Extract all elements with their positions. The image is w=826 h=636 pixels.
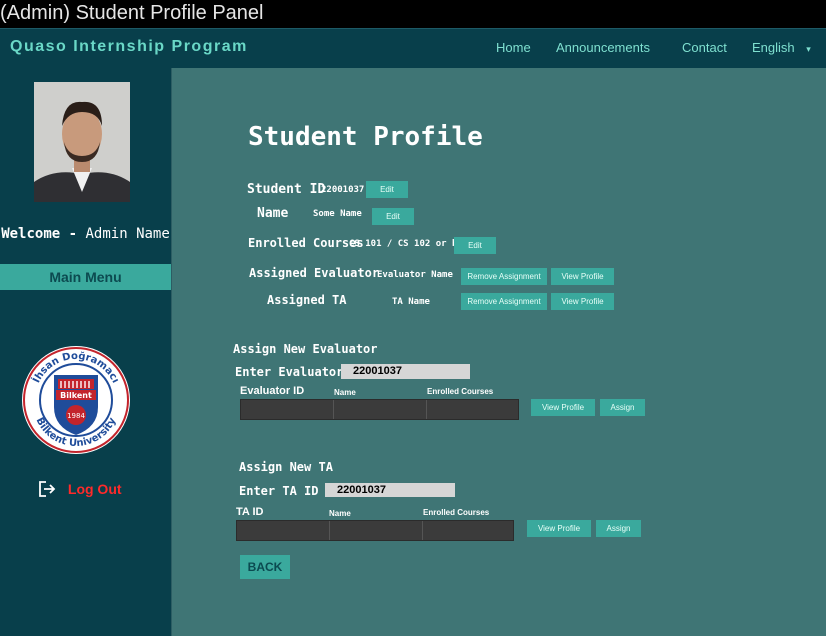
assigned-ta-value: TA Name xyxy=(392,297,430,307)
ta-courses-column-header: Enrolled Courses xyxy=(423,508,490,517)
view-evaluator-profile-button[interactable]: View Profile xyxy=(551,268,614,285)
view-ta-profile-button[interactable]: View Profile xyxy=(551,293,614,310)
assign-evaluator-heading: Assign New Evaluator xyxy=(233,342,378,356)
language-select[interactable]: English ▾ xyxy=(752,40,811,55)
language-label: English xyxy=(752,40,795,55)
ta-result-row[interactable] xyxy=(236,520,514,541)
back-button[interactable]: BACK xyxy=(240,555,290,579)
chevron-down-icon: ▾ xyxy=(806,44,811,54)
svg-text:Bilkent: Bilkent xyxy=(60,391,92,400)
university-logo: İhsan Doğramacı Bilkent University Bilke… xyxy=(21,345,131,455)
evaluator-id-input[interactable]: 22001037 xyxy=(341,364,470,379)
brand-title: Quaso Internship Program xyxy=(10,38,248,55)
ta-name-column-header: Name xyxy=(329,509,351,518)
assigned-evaluator-label: Assigned Evaluator xyxy=(249,266,380,280)
evaluator-courses-column-header: Enrolled Courses xyxy=(427,387,494,396)
window-titlebar: (Admin) Student Profile Panel xyxy=(0,0,826,28)
name-label: Name xyxy=(257,206,289,221)
logout-label: Log Out xyxy=(67,481,122,498)
nav-announcements-link[interactable]: Announcements xyxy=(556,40,650,55)
ta-assign-button[interactable]: Assign xyxy=(596,520,641,537)
assign-ta-heading: Assign New TA xyxy=(239,460,333,474)
student-id-value: 22001037 xyxy=(321,185,365,195)
edit-student-id-button[interactable]: Edit xyxy=(366,181,408,198)
assigned-ta-label: Assigned TA xyxy=(267,293,347,307)
evaluator-view-profile-button[interactable]: View Profile xyxy=(531,399,595,416)
edit-courses-button[interactable]: Edit xyxy=(454,237,496,254)
evaluator-id-column-header: Evaluator ID xyxy=(240,385,305,397)
nav-home-link[interactable]: Home xyxy=(496,40,531,55)
ta-view-profile-button[interactable]: View Profile xyxy=(527,520,591,537)
enter-ta-id-label: Enter TA ID xyxy=(239,484,319,498)
page-title: Student Profile xyxy=(248,122,483,152)
window-title: (Admin) Student Profile Panel xyxy=(0,2,264,24)
welcome-text: Welcome - Admin Name xyxy=(0,226,171,242)
logout-icon xyxy=(38,480,56,498)
remove-ta-button[interactable]: Remove Assignment xyxy=(461,293,547,310)
welcome-prefix: Welcome - xyxy=(1,226,86,242)
nav-contact-link[interactable]: Contact xyxy=(682,40,727,55)
edit-name-button[interactable]: Edit xyxy=(372,208,414,225)
svg-text:1984: 1984 xyxy=(67,412,85,420)
remove-evaluator-button[interactable]: Remove Assignment xyxy=(461,268,547,285)
admin-name: Admin Name xyxy=(85,226,170,242)
assigned-evaluator-value: Evaluator Name xyxy=(377,270,453,280)
evaluator-name-column-header: Name xyxy=(334,388,356,397)
ta-id-input[interactable]: 22001037 xyxy=(325,483,455,497)
logout-button[interactable]: Log Out xyxy=(38,480,122,498)
evaluator-result-row[interactable] xyxy=(240,399,519,420)
main-menu-button[interactable]: Main Menu xyxy=(0,264,171,290)
enrolled-courses-label: Enrolled Courses xyxy=(248,236,364,250)
ta-id-column-header: TA ID xyxy=(236,506,264,518)
student-id-label: Student ID xyxy=(247,182,326,197)
avatar xyxy=(34,82,130,202)
name-value: Some Name xyxy=(313,209,362,219)
evaluator-assign-button[interactable]: Assign xyxy=(600,399,645,416)
